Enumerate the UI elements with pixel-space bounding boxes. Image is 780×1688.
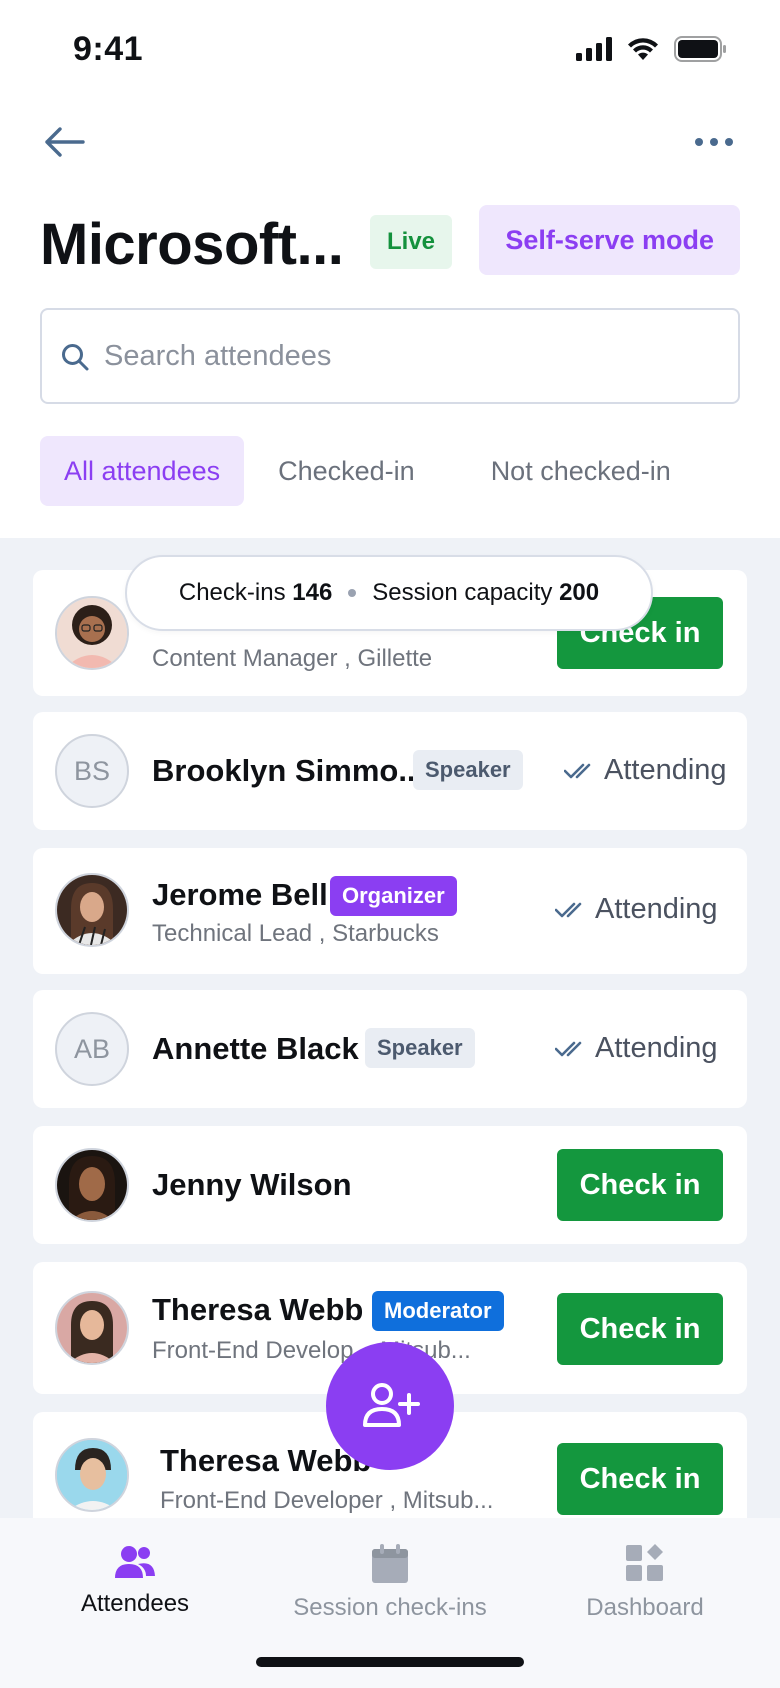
home-indicator xyxy=(256,1657,524,1667)
avatar-photo xyxy=(57,1150,127,1220)
double-check-icon xyxy=(564,763,591,778)
nav-session-check-ins[interactable]: Session check-ins xyxy=(270,1544,510,1622)
avatar xyxy=(55,1291,129,1365)
calendar-icon xyxy=(372,1544,408,1583)
battery-icon xyxy=(674,36,726,62)
attending-status: Attending xyxy=(555,1032,718,1065)
attendee-name: Jerome Bell xyxy=(152,877,328,912)
role-badge-speaker: Speaker xyxy=(413,750,523,790)
avatar xyxy=(55,596,129,670)
attending-label: Attending xyxy=(595,1032,718,1064)
user-plus-icon xyxy=(363,1383,420,1427)
search-icon xyxy=(62,344,89,371)
live-status-badge: Live xyxy=(370,215,453,269)
role-badge-speaker: Speaker xyxy=(365,1028,475,1068)
status-icons xyxy=(576,36,728,62)
wifi-icon xyxy=(628,38,658,60)
users-icon xyxy=(115,1546,155,1578)
attendee-subtitle: Technical Lead , Starbucks xyxy=(152,920,439,947)
nav-attendees[interactable]: Attendees xyxy=(15,1544,255,1618)
avatar-initials: BS xyxy=(55,734,129,808)
role-badge-moderator: Moderator xyxy=(372,1291,504,1331)
nav-label: Dashboard xyxy=(586,1594,704,1621)
dashboard-icon xyxy=(626,1544,663,1581)
attendee-name: Brooklyn Simmo.. xyxy=(152,753,416,788)
checkins-stat: Check-ins 146 xyxy=(179,579,332,607)
capacity-label: Session capacity xyxy=(372,579,553,606)
attendee-card[interactable]: Jerome Bell Organizer Technical Lead , S… xyxy=(33,848,747,974)
arrow-left-icon xyxy=(45,127,85,157)
avatar-initials: AB xyxy=(55,1012,129,1086)
more-options-button[interactable] xyxy=(686,118,742,166)
more-horizontal-icon xyxy=(695,138,733,146)
attendee-card[interactable]: AB Annette Black Speaker Attending xyxy=(33,990,747,1108)
avatar-photo xyxy=(57,1293,127,1363)
attending-status: Attending xyxy=(564,754,727,787)
avatar-photo xyxy=(57,1440,127,1510)
separator-dot xyxy=(348,589,357,597)
signal-icon xyxy=(576,37,612,61)
nav-label: Attendees xyxy=(80,1590,190,1617)
attendee-subtitle: Front-End Developer , Mitsub... xyxy=(160,1487,494,1514)
check-in-button[interactable]: Check in xyxy=(557,1149,723,1221)
status-time: 9:41 xyxy=(73,30,144,68)
avatar xyxy=(55,1438,129,1512)
attending-status: Attending xyxy=(555,893,718,926)
attendee-name: Theresa Webb xyxy=(160,1443,372,1478)
avatar-photo xyxy=(57,598,127,668)
attendee-subtitle: Content Manager , Gillette xyxy=(152,645,433,672)
search-input[interactable] xyxy=(104,310,724,402)
capacity-stat: Session capacity 200 xyxy=(372,579,599,607)
search-field[interactable] xyxy=(40,308,740,404)
tab-not-checked-in[interactable]: Not checked-in xyxy=(467,436,695,506)
tab-checked-in[interactable]: Checked-in xyxy=(254,436,439,506)
checkins-label: Check-ins xyxy=(178,579,286,606)
self-serve-mode-button[interactable]: Self-serve mode xyxy=(479,205,740,275)
double-check-icon xyxy=(555,1041,582,1056)
avatar xyxy=(55,1148,129,1222)
attendee-name: Theresa Webb xyxy=(152,1292,364,1327)
check-in-button[interactable]: Check in xyxy=(557,1443,723,1515)
avatar xyxy=(55,873,129,947)
role-badge-organizer: Organizer xyxy=(330,876,457,916)
back-button[interactable] xyxy=(40,118,88,166)
tab-all-attendees[interactable]: All attendees xyxy=(40,436,245,506)
nav-dashboard[interactable]: Dashboard xyxy=(525,1544,765,1622)
page-title: Microsoft... xyxy=(40,212,344,277)
filter-tabs: All attendees Checked-in Not checked-in xyxy=(40,436,695,506)
attendee-card[interactable]: Jenny Wilson Check in xyxy=(33,1126,747,1244)
check-in-button[interactable]: Check in xyxy=(557,1293,723,1365)
attending-label: Attending xyxy=(595,893,718,925)
avatar-photo xyxy=(57,875,127,945)
double-check-icon xyxy=(555,902,582,917)
add-attendee-button[interactable] xyxy=(326,1342,454,1470)
capacity-value: 200 xyxy=(559,579,600,606)
attendee-name: Annette Black xyxy=(152,1031,359,1066)
nav-label: Session check-ins xyxy=(293,1594,487,1621)
capacity-summary: Check-ins 146 Session capacity 200 xyxy=(125,555,653,631)
status-bar: 9:41 xyxy=(0,0,780,100)
header: Microsoft... Live Self-serve mode xyxy=(40,205,740,277)
attendee-name: Jenny Wilson xyxy=(152,1167,352,1202)
attendee-card[interactable]: BS Brooklyn Simmo.. Speaker Attending xyxy=(33,712,747,830)
attending-label: Attending xyxy=(604,754,727,786)
checkins-value: 146 xyxy=(292,579,333,606)
